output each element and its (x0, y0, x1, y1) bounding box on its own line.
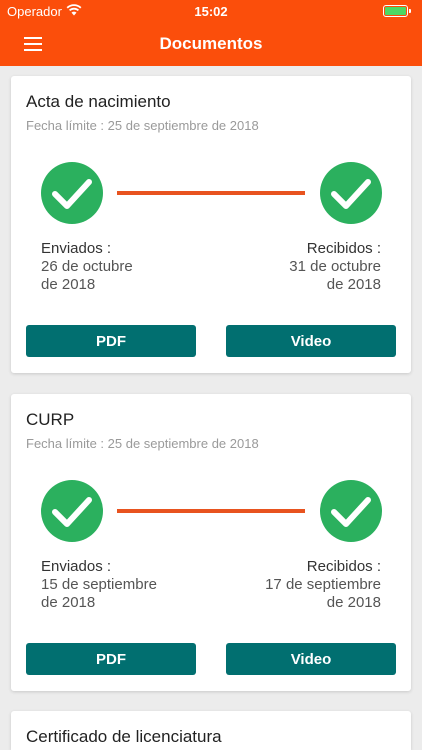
received-label: Recibidos : (306, 240, 381, 257)
received-date-line-1: 31 de octubre (289, 258, 381, 275)
status-time: 15:02 (194, 4, 228, 19)
status-bar: Operador 15:02 (0, 0, 422, 22)
document-deadline: Fecha límite : 25 de septiembre de 2018 (26, 436, 259, 451)
received-label: Recibidos : (306, 558, 381, 575)
sent-info: Enviados : 26 de octubre de 2018 (41, 240, 133, 294)
sent-date-line-1: 26 de octubre (41, 258, 133, 275)
header-bar: Operador 15:02 Documentos (0, 0, 422, 66)
received-date-line-2: de 2018 (326, 276, 381, 293)
document-title: Certificado de licenciatura (26, 727, 222, 746)
document-title: CURP (26, 410, 75, 429)
pdf-button[interactable]: PDF (26, 643, 196, 675)
video-button[interactable]: Video (226, 643, 396, 675)
battery-icon (383, 5, 411, 17)
check-circle-icon (320, 480, 382, 542)
document-deadline: Fecha límite : 25 de septiembre de 2018 (26, 118, 259, 133)
sent-date-line-1: 15 de septiembre (41, 576, 157, 593)
sent-date-line-2: de 2018 (41, 276, 96, 293)
sent-info: Enviados : 15 de septiembre de 2018 (41, 558, 157, 612)
navigation-bar: Documentos (0, 22, 422, 66)
page-title: Documentos (159, 34, 263, 53)
check-circle-icon (41, 162, 103, 224)
document-card: CURP Fecha límite : 25 de septiembre de … (11, 394, 411, 691)
sent-label: Enviados : (41, 558, 112, 575)
received-date-line-1: 17 de septiembre (265, 576, 381, 593)
received-info: Recibidos : 17 de septiembre de 2018 (265, 558, 381, 612)
progress-connector (117, 509, 305, 513)
check-circle-icon (320, 162, 382, 224)
document-card: Certificado de licenciatura (11, 711, 411, 750)
received-date-line-2: de 2018 (326, 594, 381, 611)
pdf-button[interactable]: PDF (26, 325, 196, 357)
video-button[interactable]: Video (226, 325, 396, 357)
document-card: Acta de nacimiento Fecha límite : 25 de … (11, 76, 411, 373)
sent-label: Enviados : (41, 240, 112, 257)
progress-connector (117, 191, 305, 195)
received-info: Recibidos : 31 de octubre de 2018 (289, 240, 381, 294)
document-title: Acta de nacimiento (26, 92, 171, 111)
check-circle-icon (41, 480, 103, 542)
sent-date-line-2: de 2018 (41, 594, 96, 611)
